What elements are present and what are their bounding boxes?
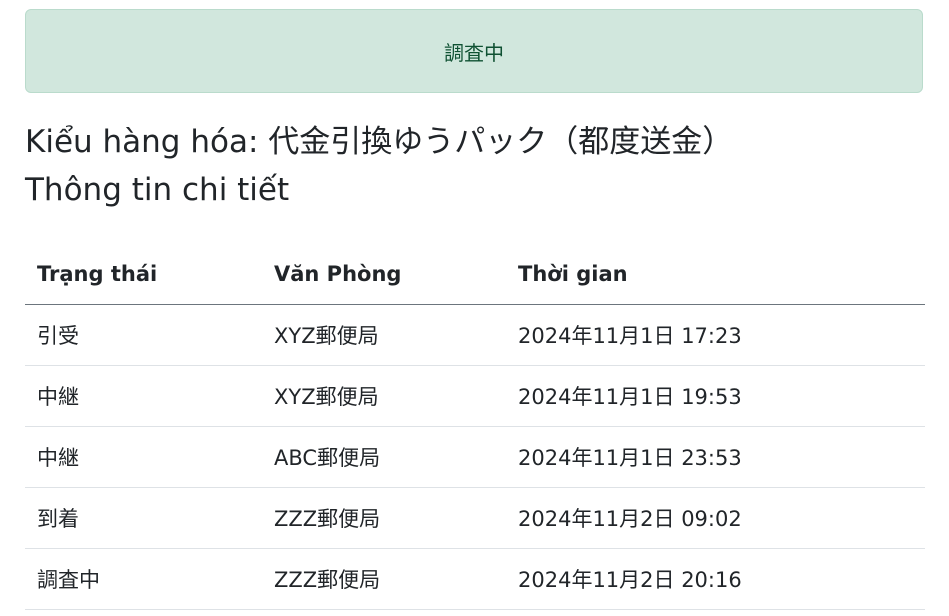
- status-alert: 調査中: [25, 9, 923, 93]
- cell-office: XYZ郵便局: [262, 365, 506, 427]
- table-header-row: Trạng thái Văn Phòng Thời gian: [25, 245, 925, 305]
- tracking-history-table: Trạng thái Văn Phòng Thời gian 引受 XYZ郵便局…: [25, 245, 925, 610]
- cell-office: XYZ郵便局: [262, 304, 506, 366]
- detail-heading: Thông tin chi tiết: [25, 172, 290, 208]
- table-row: 調査中 ZZZ郵便局 2024年11月2日 20:16: [25, 548, 925, 610]
- cell-time: 2024年11月1日 17:23: [506, 304, 925, 366]
- cell-status: 中継: [25, 426, 262, 488]
- status-alert-text: 調査中: [444, 40, 504, 65]
- table-row: 中継 ABC郵便局 2024年11月1日 23:53: [25, 426, 925, 488]
- cell-status: 引受: [25, 304, 262, 366]
- cell-time: 2024年11月1日 19:53: [506, 365, 925, 427]
- cell-time: 2024年11月2日 20:16: [506, 548, 925, 610]
- cell-time: 2024年11月1日 23:53: [506, 426, 925, 488]
- header-time: Thời gian: [506, 245, 925, 305]
- cell-time: 2024年11月2日 09:02: [506, 487, 925, 549]
- cell-office: ZZZ郵便局: [262, 548, 506, 610]
- cell-status: 到着: [25, 487, 262, 549]
- table-row: 引受 XYZ郵便局 2024年11月1日 17:23: [25, 304, 925, 366]
- cell-office: ZZZ郵便局: [262, 487, 506, 549]
- table-row: 到着 ZZZ郵便局 2024年11月2日 09:02: [25, 487, 925, 549]
- header-office: Văn Phòng: [262, 245, 506, 305]
- item-type-heading: Kiểu hàng hóa: 代金引換ゆうパック（都度送金）: [25, 124, 734, 160]
- table-row: 中継 XYZ郵便局 2024年11月1日 19:53: [25, 365, 925, 427]
- cell-status: 調査中: [25, 548, 262, 610]
- cell-status: 中継: [25, 365, 262, 427]
- cell-office: ABC郵便局: [262, 426, 506, 488]
- header-status: Trạng thái: [25, 245, 262, 305]
